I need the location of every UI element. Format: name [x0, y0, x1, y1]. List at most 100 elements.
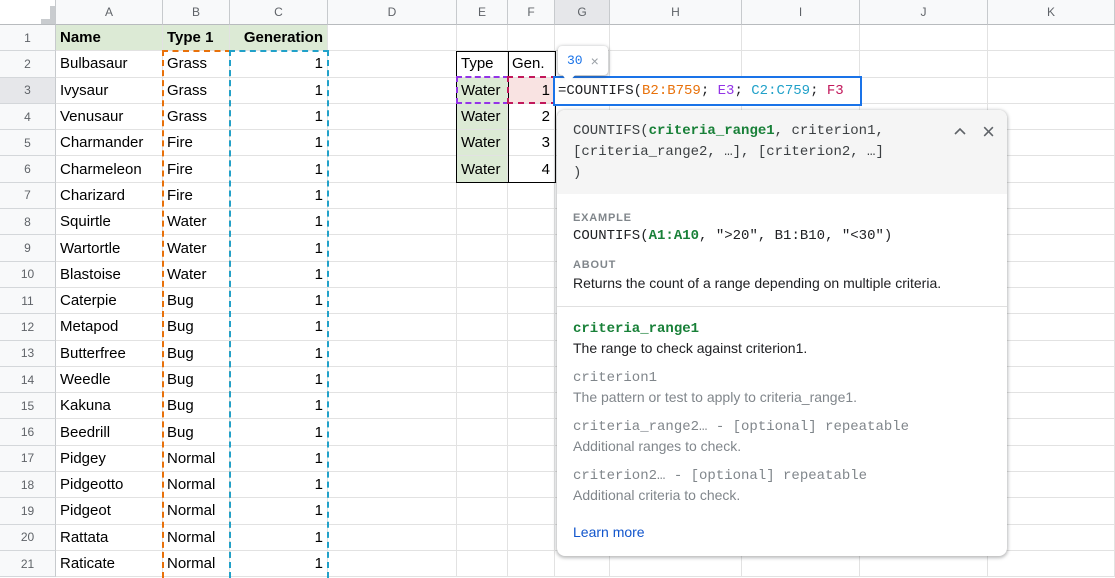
cell[interactable]: [328, 341, 457, 367]
cell[interactable]: Bug: [163, 367, 230, 393]
cell[interactable]: Butterfree: [56, 341, 163, 367]
cell[interactable]: Water: [457, 104, 508, 130]
cell[interactable]: Water: [163, 209, 230, 235]
row-header-1[interactable]: 1: [0, 25, 56, 51]
cell[interactable]: [457, 262, 508, 288]
cell[interactable]: [457, 419, 508, 445]
cell[interactable]: [508, 341, 555, 367]
cell[interactable]: Bug: [163, 314, 230, 340]
cell[interactable]: 1: [508, 78, 555, 104]
cell[interactable]: [328, 498, 457, 524]
cell[interactable]: Water: [163, 235, 230, 261]
cell[interactable]: [457, 235, 508, 261]
cell[interactable]: Charizard: [56, 183, 163, 209]
row-header-13[interactable]: 13: [0, 341, 56, 367]
cell[interactable]: Normal: [163, 551, 230, 577]
cell[interactable]: Pidgeotto: [56, 472, 163, 498]
cell[interactable]: [988, 235, 1115, 261]
cell[interactable]: [508, 235, 555, 261]
column-header-f[interactable]: F: [508, 0, 555, 25]
cell[interactable]: [508, 498, 555, 524]
row-header-9[interactable]: 9: [0, 235, 56, 261]
cell[interactable]: Generation: [230, 25, 328, 51]
column-header-h[interactable]: H: [610, 0, 742, 25]
cell[interactable]: Charmeleon: [56, 156, 163, 182]
cell[interactable]: [328, 209, 457, 235]
preview-close-icon[interactable]: ×: [591, 54, 599, 68]
cell[interactable]: [988, 341, 1115, 367]
cell[interactable]: [328, 393, 457, 419]
cell[interactable]: 4: [508, 156, 555, 182]
cell[interactable]: Water: [457, 130, 508, 156]
cell[interactable]: 1: [230, 130, 328, 156]
cell[interactable]: [328, 183, 457, 209]
cell[interactable]: 1: [230, 156, 328, 182]
learn-more-link[interactable]: Learn more: [573, 524, 645, 540]
cell[interactable]: Bug: [163, 419, 230, 445]
cell[interactable]: 1: [230, 104, 328, 130]
cell[interactable]: Fire: [163, 130, 230, 156]
row-header-21[interactable]: 21: [0, 551, 56, 577]
row-header-6[interactable]: 6: [0, 156, 56, 182]
cell[interactable]: Ivysaur: [56, 78, 163, 104]
cell[interactable]: [328, 446, 457, 472]
cell[interactable]: [457, 551, 508, 577]
cell[interactable]: Grass: [163, 104, 230, 130]
cell[interactable]: 1: [230, 498, 328, 524]
cell[interactable]: 1: [230, 525, 328, 551]
cell[interactable]: 1: [230, 235, 328, 261]
cell[interactable]: 1: [230, 262, 328, 288]
cell[interactable]: 1: [230, 209, 328, 235]
cell[interactable]: [988, 51, 1115, 77]
cell[interactable]: [508, 446, 555, 472]
cell[interactable]: [860, 51, 988, 77]
cell[interactable]: [328, 314, 457, 340]
close-icon[interactable]: ×: [982, 121, 995, 143]
cell[interactable]: [328, 156, 457, 182]
cell[interactable]: [988, 498, 1115, 524]
cell[interactable]: [860, 78, 988, 104]
cell[interactable]: Name: [56, 25, 163, 51]
cell[interactable]: [457, 393, 508, 419]
column-header-a[interactable]: A: [56, 0, 163, 25]
cell[interactable]: Water: [457, 156, 508, 182]
cell[interactable]: Kakuna: [56, 393, 163, 419]
cell[interactable]: [988, 446, 1115, 472]
cell[interactable]: Water: [457, 78, 508, 104]
cell[interactable]: [457, 209, 508, 235]
cell[interactable]: [988, 419, 1115, 445]
cell[interactable]: 1: [230, 288, 328, 314]
cell[interactable]: [988, 367, 1115, 393]
cell[interactable]: [988, 25, 1115, 51]
row-header-7[interactable]: 7: [0, 183, 56, 209]
cell[interactable]: Fire: [163, 183, 230, 209]
cell[interactable]: [328, 130, 457, 156]
cell[interactable]: [508, 419, 555, 445]
cell[interactable]: [328, 419, 457, 445]
column-header-b[interactable]: B: [163, 0, 230, 25]
cell[interactable]: [988, 183, 1115, 209]
cell[interactable]: [457, 367, 508, 393]
column-header-d[interactable]: D: [328, 0, 457, 25]
row-header-20[interactable]: 20: [0, 525, 56, 551]
row-header-2[interactable]: 2: [0, 51, 56, 77]
cell[interactable]: 1: [230, 446, 328, 472]
cell[interactable]: [742, 25, 860, 51]
cell[interactable]: Blastoise: [56, 262, 163, 288]
cell[interactable]: [988, 525, 1115, 551]
cell[interactable]: [610, 25, 742, 51]
row-header-15[interactable]: 15: [0, 393, 56, 419]
cell[interactable]: [988, 314, 1115, 340]
cell[interactable]: Pidgey: [56, 446, 163, 472]
cell[interactable]: [508, 393, 555, 419]
cell[interactable]: [328, 367, 457, 393]
cell[interactable]: Bug: [163, 393, 230, 419]
row-header-4[interactable]: 4: [0, 104, 56, 130]
cell[interactable]: [860, 25, 988, 51]
row-header-16[interactable]: 16: [0, 419, 56, 445]
cell[interactable]: [457, 472, 508, 498]
formula-cell-editor[interactable]: =COUNTIFS(B2:B759; E3; C2:C759; F3: [553, 76, 862, 106]
cell[interactable]: 1: [230, 341, 328, 367]
cell[interactable]: [508, 314, 555, 340]
cell[interactable]: Venusaur: [56, 104, 163, 130]
